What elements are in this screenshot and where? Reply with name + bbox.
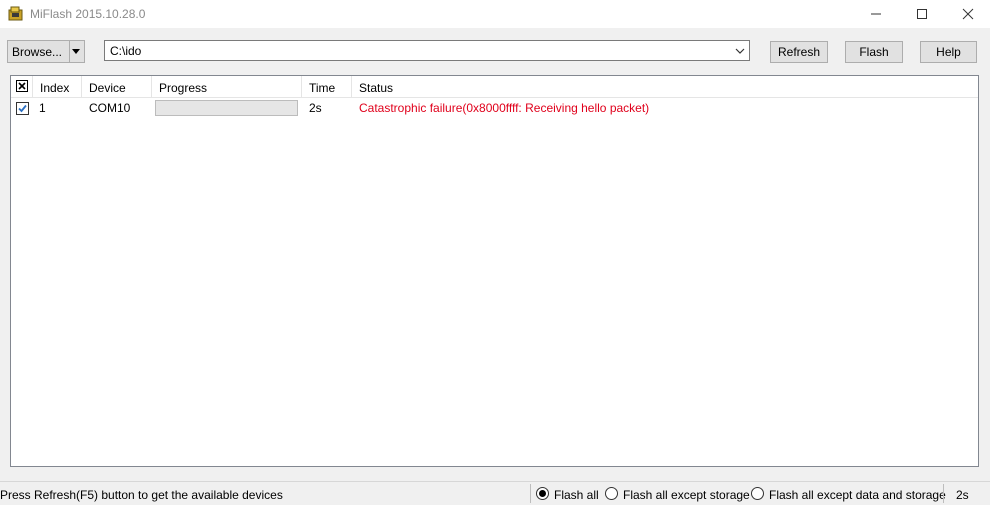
minimize-icon bbox=[871, 13, 881, 15]
flash-button[interactable]: Flash bbox=[845, 41, 903, 63]
path-combobox[interactable]: C:\ido bbox=[104, 40, 750, 61]
elapsed-time: 2s bbox=[956, 488, 969, 502]
radio-flash-except-storage[interactable]: Flash all except storage bbox=[605, 487, 750, 502]
statusbar-divider bbox=[943, 484, 944, 503]
statusbar-divider bbox=[530, 484, 531, 503]
row-checkbox[interactable] bbox=[16, 102, 29, 115]
main-panel: Browse... C:\ido Refresh Flash Help Inde… bbox=[0, 28, 990, 481]
select-all-checkbox-icon[interactable] bbox=[16, 80, 28, 92]
radio-flash-except-storage-label: Flash all except storage bbox=[623, 488, 750, 502]
column-header-device[interactable]: Device bbox=[82, 76, 152, 98]
browse-split-divider bbox=[69, 41, 70, 62]
column-header-index[interactable]: Index bbox=[33, 76, 82, 98]
status-message: Press Refresh(F5) button to get the avai… bbox=[0, 488, 283, 502]
table-row[interactable]: 1 COM10 2s Catastrophic failure(0x8000ff… bbox=[11, 98, 978, 117]
radio-flash-all-indicator[interactable] bbox=[536, 487, 549, 500]
row-index: 1 bbox=[39, 101, 46, 115]
status-bar: Press Refresh(F5) button to get the avai… bbox=[0, 481, 990, 505]
row-device: COM10 bbox=[89, 101, 131, 115]
browse-button[interactable]: Browse... bbox=[7, 40, 85, 63]
refresh-button[interactable]: Refresh bbox=[770, 41, 828, 63]
miflash-app-icon bbox=[8, 6, 24, 22]
close-button[interactable] bbox=[945, 0, 990, 28]
column-header-progress[interactable]: Progress bbox=[152, 76, 302, 98]
title-bar: MiFlash 2015.10.28.0 bbox=[0, 0, 990, 28]
column-header-status[interactable]: Status bbox=[352, 76, 978, 98]
radio-flash-all-label: Flash all bbox=[554, 488, 599, 502]
column-header-time[interactable]: Time bbox=[302, 76, 352, 98]
window-title: MiFlash 2015.10.28.0 bbox=[30, 7, 146, 21]
radio-flash-all[interactable]: Flash all bbox=[536, 487, 599, 502]
radio-flash-except-data-storage[interactable]: Flash all except data and storage bbox=[751, 487, 946, 502]
maximize-icon bbox=[917, 9, 927, 19]
minimize-button[interactable] bbox=[853, 0, 899, 28]
row-progress-bar bbox=[155, 100, 298, 116]
chevron-down-icon[interactable] bbox=[734, 45, 746, 57]
header-select-all[interactable] bbox=[11, 76, 33, 98]
list-header: Index Device Progress Time Status bbox=[11, 76, 978, 98]
close-icon bbox=[962, 8, 974, 20]
row-status: Catastrophic failure(0x8000ffff: Receivi… bbox=[359, 101, 650, 115]
browse-label: Browse... bbox=[12, 45, 63, 59]
row-time: 2s bbox=[309, 101, 322, 115]
browse-dropdown-arrow-icon[interactable] bbox=[72, 49, 80, 54]
device-list: Index Device Progress Time Status 1 COM1… bbox=[10, 75, 979, 467]
radio-flash-except-data-storage-label: Flash all except data and storage bbox=[769, 488, 946, 502]
help-button[interactable]: Help bbox=[920, 41, 977, 63]
maximize-button[interactable] bbox=[899, 0, 945, 28]
radio-flash-except-storage-indicator[interactable] bbox=[605, 487, 618, 500]
radio-flash-except-data-storage-indicator[interactable] bbox=[751, 487, 764, 500]
path-value: C:\ido bbox=[110, 44, 142, 58]
